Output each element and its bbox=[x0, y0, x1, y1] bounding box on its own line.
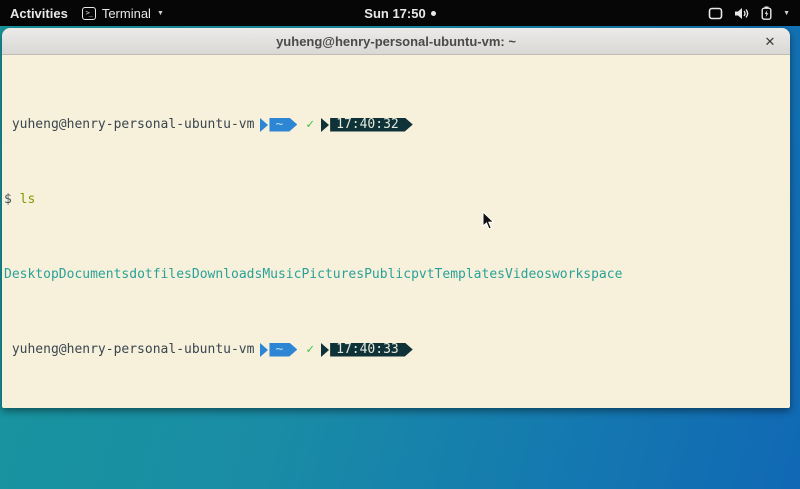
prompt-user-host: yuheng@henry-personal-ubuntu-vm bbox=[4, 342, 254, 357]
directory-item: dotfiles bbox=[129, 267, 192, 282]
powerline-arrow-icon bbox=[260, 118, 268, 132]
window-title: yuheng@henry-personal-ubuntu-vm: ~ bbox=[276, 34, 516, 49]
directory-item: workspace bbox=[552, 267, 622, 282]
chevron-down-icon: ▼ bbox=[783, 10, 790, 17]
powerline-path-segment: ~ bbox=[260, 343, 297, 357]
directory-item: Pictures bbox=[301, 267, 364, 282]
terminal-window: yuheng@henry-personal-ubuntu-vm: ~ ✕ yuh… bbox=[2, 28, 790, 408]
powerline-arrow-icon bbox=[260, 343, 268, 357]
directory-item: Videos bbox=[505, 267, 552, 282]
prompt-path: ~ bbox=[269, 343, 297, 357]
command-text: ls bbox=[20, 192, 36, 207]
notification-dot-icon bbox=[431, 11, 436, 16]
directory-item: Desktop bbox=[4, 267, 59, 282]
powerline-arrow-icon bbox=[321, 343, 329, 357]
activities-button[interactable]: Activities bbox=[10, 6, 68, 21]
prompt-time: 17:40:32 bbox=[330, 118, 413, 132]
powerline-arrow-icon bbox=[321, 118, 329, 132]
system-status-area[interactable]: ▼ bbox=[708, 0, 794, 26]
battery-charging-icon bbox=[761, 6, 772, 20]
display-icon bbox=[708, 7, 723, 20]
status-check-icon: ✓ bbox=[306, 342, 314, 357]
prompt-line: yuheng@henry-personal-ubuntu-vm ~ ✓ 17:4… bbox=[4, 117, 788, 132]
prompt-time: 17:40:33 bbox=[330, 343, 413, 357]
terminal-app-icon: >_ bbox=[82, 7, 96, 20]
terminal-body[interactable]: yuheng@henry-personal-ubuntu-vm ~ ✓ 17:4… bbox=[2, 55, 790, 408]
ls-output-line: Desktop Documents dotfiles Downloads Mus… bbox=[4, 267, 788, 282]
command-line: $ ls bbox=[4, 192, 788, 207]
directory-item: Documents bbox=[59, 267, 129, 282]
powerline-time-segment: 17:40:32 bbox=[321, 118, 413, 132]
close-button[interactable]: ✕ bbox=[758, 28, 782, 55]
volume-icon bbox=[734, 7, 750, 20]
prompt-line: yuheng@henry-personal-ubuntu-vm ~ ✓ 17:4… bbox=[4, 342, 788, 357]
directory-item: Templates bbox=[435, 267, 505, 282]
prompt-user-host: yuheng@henry-personal-ubuntu-vm bbox=[4, 117, 254, 132]
clock-label: Sun 17:50 bbox=[364, 6, 425, 21]
status-check-icon: ✓ bbox=[306, 117, 314, 132]
directory-item: Public bbox=[364, 267, 411, 282]
powerline-path-segment: ~ bbox=[260, 118, 297, 132]
app-menu-label: Terminal bbox=[102, 6, 151, 21]
prompt-path: ~ bbox=[269, 118, 297, 132]
app-menu-terminal[interactable]: >_ Terminal ▼ bbox=[82, 6, 164, 21]
chevron-down-icon: ▼ bbox=[157, 10, 164, 17]
directory-item: Downloads bbox=[192, 267, 262, 282]
directory-item: pvt bbox=[411, 267, 434, 282]
prompt-symbol: $ bbox=[4, 192, 12, 207]
directory-item: Music bbox=[262, 267, 301, 282]
top-bar: Activities >_ Terminal ▼ Sun 17:50 bbox=[0, 0, 800, 26]
powerline-time-segment: 17:40:33 bbox=[321, 343, 413, 357]
window-titlebar[interactable]: yuheng@henry-personal-ubuntu-vm: ~ ✕ bbox=[2, 28, 790, 55]
